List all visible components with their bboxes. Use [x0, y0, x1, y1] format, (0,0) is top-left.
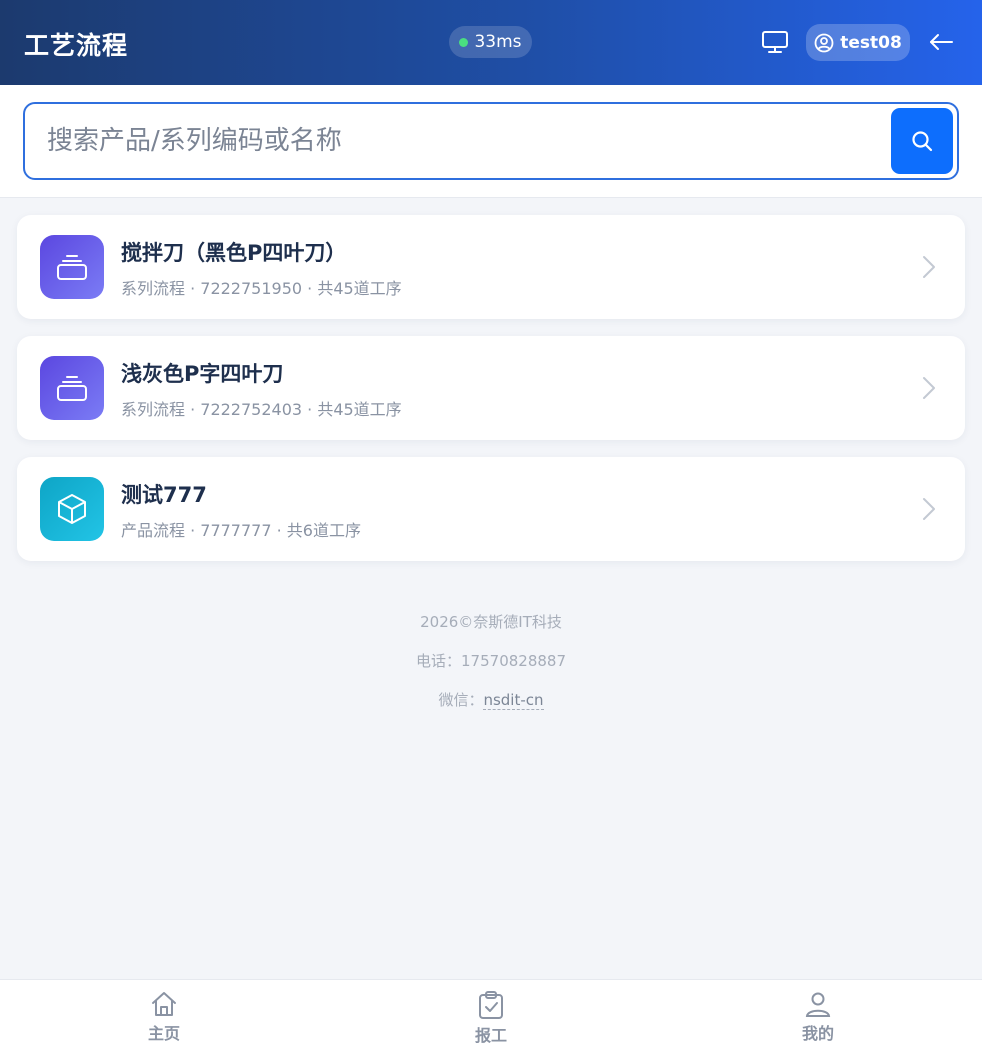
phone-number: 17570828887 [461, 652, 566, 670]
card-subtitle: 系列流程 · 7222752403 · 共45道工序 [121, 400, 402, 419]
product-icon-tile [40, 477, 104, 541]
series-icon-tile [40, 356, 104, 420]
search-button[interactable] [891, 108, 953, 174]
wechat-label: 微信： [438, 691, 484, 709]
nav-label: 主页 [147, 1024, 180, 1043]
card-title: 浅灰色P字四叶刀 [121, 362, 284, 386]
footer-info: 2026©奈斯德IT科技 电话：17570828887 微信：nsdit-cn [0, 610, 982, 727]
page-title: 工艺流程 [24, 31, 129, 60]
status-dot-icon [459, 37, 469, 47]
user-icon [805, 992, 831, 1017]
user-circle-icon [814, 33, 834, 52]
copyright-text: 2026©奈斯德IT科技 [420, 613, 562, 631]
search-section [0, 85, 982, 198]
nav-item-report[interactable]: 报工 [431, 990, 551, 1050]
nav-label: 报工 [474, 1026, 507, 1045]
search-input[interactable] [47, 116, 887, 166]
app-header: 工艺流程 33ms test08 [0, 0, 982, 85]
chevron-right-icon [917, 253, 941, 281]
monitor-button[interactable] [760, 28, 790, 56]
monitor-icon [762, 31, 788, 53]
card-title: 测试777 [121, 483, 207, 507]
chevron-right-icon [917, 374, 941, 402]
bottom-nav: 主页 报工 我的 [0, 979, 982, 1056]
arrow-left-icon [930, 34, 953, 50]
series-icon-tile [40, 235, 104, 299]
layers-icon [57, 255, 87, 280]
layers-icon [57, 376, 87, 401]
process-card[interactable]: 测试777 产品流程 · 7777777 · 共6道工序 [17, 457, 965, 561]
cube-icon [58, 494, 86, 524]
process-card[interactable]: 浅灰色P字四叶刀 系列流程 · 7222752403 · 共45道工序 [17, 336, 965, 440]
card-subtitle: 系列流程 · 7222751950 · 共45道工序 [121, 279, 402, 298]
search-bar [23, 102, 959, 180]
search-icon [912, 131, 933, 152]
phone-label: 电话： [416, 652, 462, 670]
phone-line: 电话：17570828887 [0, 649, 982, 688]
latency-value: 33ms [474, 32, 522, 52]
card-subtitle: 产品流程 · 7777777 · 共6道工序 [121, 521, 361, 540]
wechat-line: 微信：nsdit-cn [0, 688, 982, 727]
clipboard-check-icon [479, 991, 503, 1019]
username-label: test08 [840, 32, 902, 53]
home-icon [152, 992, 176, 1016]
card-title: 搅拌刀（黑色P四叶刀） [121, 241, 347, 265]
nav-label: 我的 [801, 1024, 834, 1043]
latency-badge: 33ms [449, 26, 532, 58]
nav-item-profile[interactable]: 我的 [758, 990, 878, 1050]
wechat-id-link[interactable]: nsdit-cn [483, 691, 544, 710]
chevron-right-icon [917, 495, 941, 523]
nav-item-home[interactable]: 主页 [104, 990, 224, 1050]
process-card[interactable]: 搅拌刀（黑色P四叶刀） 系列流程 · 7222751950 · 共45道工序 [17, 215, 965, 319]
user-menu-button[interactable]: test08 [806, 24, 910, 61]
back-button[interactable] [926, 28, 956, 56]
